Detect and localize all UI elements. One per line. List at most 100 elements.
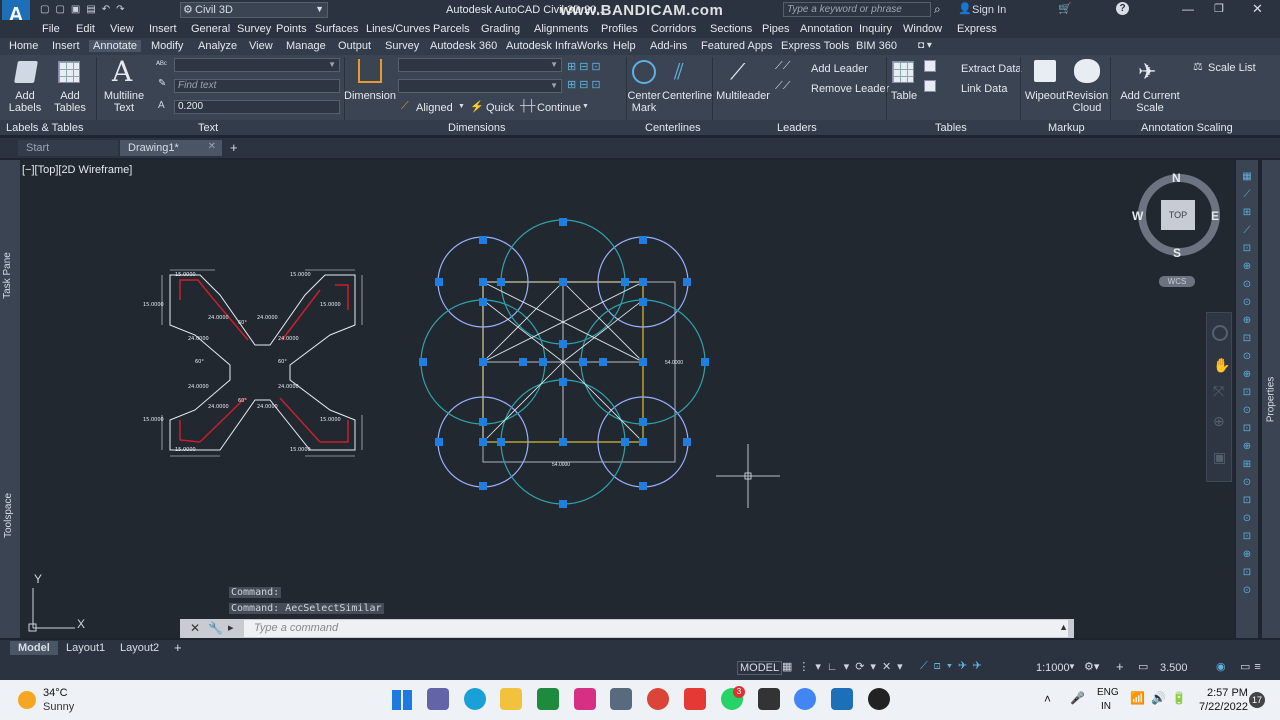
menu-file[interactable]: File — [42, 23, 60, 35]
wipeout-button[interactable]: Wipeout — [1022, 90, 1068, 102]
showmotion-icon[interactable]: ▣ — [1213, 449, 1226, 466]
weather-desc[interactable]: Sunny — [43, 701, 74, 713]
tab-layout1[interactable]: Layout1 — [66, 642, 105, 654]
quick-button[interactable]: Quick — [486, 102, 514, 114]
search-input[interactable]: Type a keyword or phrase — [783, 2, 931, 17]
dimension-button[interactable]: Dimension — [344, 90, 396, 102]
dim-style-dropdown[interactable]: ▼ — [398, 58, 562, 72]
menu-alignments[interactable]: Alignments — [534, 23, 588, 35]
revision-cloud-button[interactable]: Revision Cloud — [1066, 90, 1108, 114]
panel-markup[interactable]: Markup — [1048, 122, 1085, 134]
multiline-text-button[interactable]: Multiline Text — [100, 90, 148, 114]
menu-profiles[interactable]: Profiles — [601, 23, 638, 35]
steering-wheel-icon[interactable] — [1212, 325, 1228, 341]
menu-express[interactable]: Express — [957, 23, 997, 35]
language-1[interactable]: ENG — [1097, 687, 1119, 698]
tab-manage[interactable]: Manage — [286, 40, 326, 52]
compass-east[interactable]: E — [1211, 209, 1219, 223]
scale-value[interactable]: 3.500 — [1160, 662, 1188, 674]
orbit-icon[interactable]: ⊕ — [1213, 413, 1225, 430]
link-data-button[interactable]: Link Data — [961, 83, 1007, 95]
clock-time[interactable]: 2:57 PM — [1207, 687, 1248, 699]
command-line[interactable]: ✕ 🔧 ▸ Type a command ▲ — [180, 619, 1074, 638]
tab-featured-apps[interactable]: Featured Apps — [701, 40, 773, 52]
centerline-button[interactable]: Centerline — [662, 90, 712, 102]
close-icon[interactable]: ✕ — [190, 621, 200, 635]
teams-icon[interactable] — [427, 688, 449, 710]
chrome-icon[interactable] — [647, 688, 669, 710]
tab-survey[interactable]: Survey — [385, 40, 419, 52]
tool-icons-column[interactable]: ▦ ⟋ ⊞ ⟋ ⊡ ⊕ ⊙ ⊙ ⊕ ⊡ ⊙ ⊕ ⊡ ⊙ ⊡ ⊕ ⊞ ⊙ ⊡ ⊙ ⊡ ⊕ ⊡ ⊙ — [1240, 168, 1254, 628]
chevron-down-icon[interactable]: ▼ — [1068, 662, 1076, 671]
drawing-viewport[interactable]: [−][Top][2D Wireframe] 15.0000 15.0000 1… — [20, 160, 1234, 638]
clock-date[interactable]: 7/22/2022 — [1199, 701, 1248, 713]
panel-text[interactable]: Text — [198, 122, 218, 134]
language-2[interactable]: IN — [1101, 701, 1111, 712]
ribbon-toggle-icon[interactable]: ◘ ▾ — [918, 40, 932, 51]
workspace-dropdown[interactable]: ⚙ Civil 3D ▼ — [180, 2, 328, 18]
menu-points[interactable]: Points — [276, 23, 307, 35]
tab-add-ins[interactable]: Add-ins — [650, 40, 687, 52]
tab-home[interactable]: Home — [9, 40, 38, 52]
add-leader-button[interactable]: Add Leader — [811, 63, 868, 75]
instagram-icon[interactable] — [574, 688, 596, 710]
microphone-icon[interactable]: 🎤 — [1070, 691, 1085, 705]
notification-count[interactable]: 17 — [1249, 692, 1265, 708]
menu-lines-curves[interactable]: Lines/Curves — [366, 23, 430, 35]
find-text-input[interactable]: Find text — [174, 79, 340, 93]
tab-start[interactable]: Start — [18, 140, 118, 156]
tab-bim-360[interactable]: BIM 360 — [856, 40, 897, 52]
menu-inquiry[interactable]: Inquiry — [859, 23, 892, 35]
tab-help[interactable]: Help — [613, 40, 636, 52]
aligned-button[interactable]: Aligned — [416, 102, 453, 114]
add-tables-button[interactable]: Add Tables — [50, 90, 90, 114]
add-current-scale-button[interactable]: Add Current Scale — [1116, 90, 1184, 114]
wrench-icon[interactable]: 🔧 — [208, 621, 223, 635]
chrome-icon[interactable] — [794, 688, 816, 710]
panel-annotation-scaling[interactable]: Annotation Scaling — [1141, 122, 1233, 134]
sign-in-link[interactable]: Sign In — [972, 4, 1006, 16]
tab-express-tools[interactable]: Express Tools — [781, 40, 849, 52]
menu-edit[interactable]: Edit — [76, 23, 95, 35]
wcs-menu[interactable]: WCS — [1159, 276, 1195, 287]
menu-parcels[interactable]: Parcels — [433, 23, 470, 35]
system-tray-icons[interactable]: 📶🔊🔋 — [1130, 691, 1193, 705]
isolate-icon[interactable]: ◉ — [1216, 660, 1226, 673]
menu-pipes[interactable]: Pipes — [762, 23, 790, 35]
panel-centerlines[interactable]: Centerlines — [645, 122, 701, 134]
dim-layer-dropdown[interactable]: ▼ — [398, 79, 562, 93]
chevron-up-icon[interactable]: ▲ — [1059, 622, 1068, 632]
menu-annotation[interactable]: Annotation — [800, 23, 853, 35]
new-tab-icon[interactable]: + — [230, 140, 238, 155]
weather-sun-icon[interactable] — [18, 691, 36, 709]
pan-icon[interactable]: ✋ — [1213, 357, 1230, 374]
tab-modify[interactable]: Modify — [151, 40, 183, 52]
menu-sections[interactable]: Sections — [710, 23, 752, 35]
compass-west[interactable]: W — [1132, 209, 1143, 223]
menu-survey[interactable]: Survey — [237, 23, 271, 35]
tab-model[interactable]: Model — [10, 641, 58, 655]
model-space-toggle[interactable]: MODEL — [737, 661, 783, 675]
center-mark-button[interactable]: Center Mark — [626, 90, 662, 114]
zoom-icon[interactable]: ⤧ — [1213, 383, 1224, 400]
compass-south[interactable]: S — [1173, 246, 1181, 260]
tab-layout2[interactable]: Layout2 — [120, 642, 159, 654]
start-icon[interactable] — [392, 690, 412, 710]
circles-drawing[interactable]: 54.0000 54.0000 — [419, 218, 709, 508]
tab-autodesk-infraworks[interactable]: Autodesk InfraWorks — [506, 40, 608, 52]
fullscreen-icons[interactable]: ▭≡ — [1240, 660, 1265, 673]
text-style-dropdown[interactable]: ▼ — [174, 58, 340, 72]
calculator-icon[interactable] — [610, 688, 632, 710]
continue-button[interactable]: Continue — [537, 102, 581, 114]
compass-north[interactable]: N — [1172, 171, 1181, 185]
panel-labels-tables[interactable]: Labels & Tables — [6, 122, 83, 134]
tab-annotate[interactable]: Annotate — [89, 40, 142, 52]
quick-access-toolbar[interactable]: ▢▢▣▤↶↷ — [40, 4, 170, 16]
drawing-canvas[interactable]: 15.0000 15.0000 15.0000 15.0000 15.0000 … — [20, 160, 1234, 638]
menu-grading[interactable]: Grading — [481, 23, 520, 35]
tab-insert[interactable]: Insert — [52, 40, 80, 52]
extract-data-button[interactable]: Extract Data — [961, 63, 1022, 75]
cart-icon[interactable]: 🛒 — [1058, 2, 1072, 15]
close-icon[interactable]: ✕ — [208, 141, 216, 152]
menu-view[interactable]: View — [110, 23, 134, 35]
